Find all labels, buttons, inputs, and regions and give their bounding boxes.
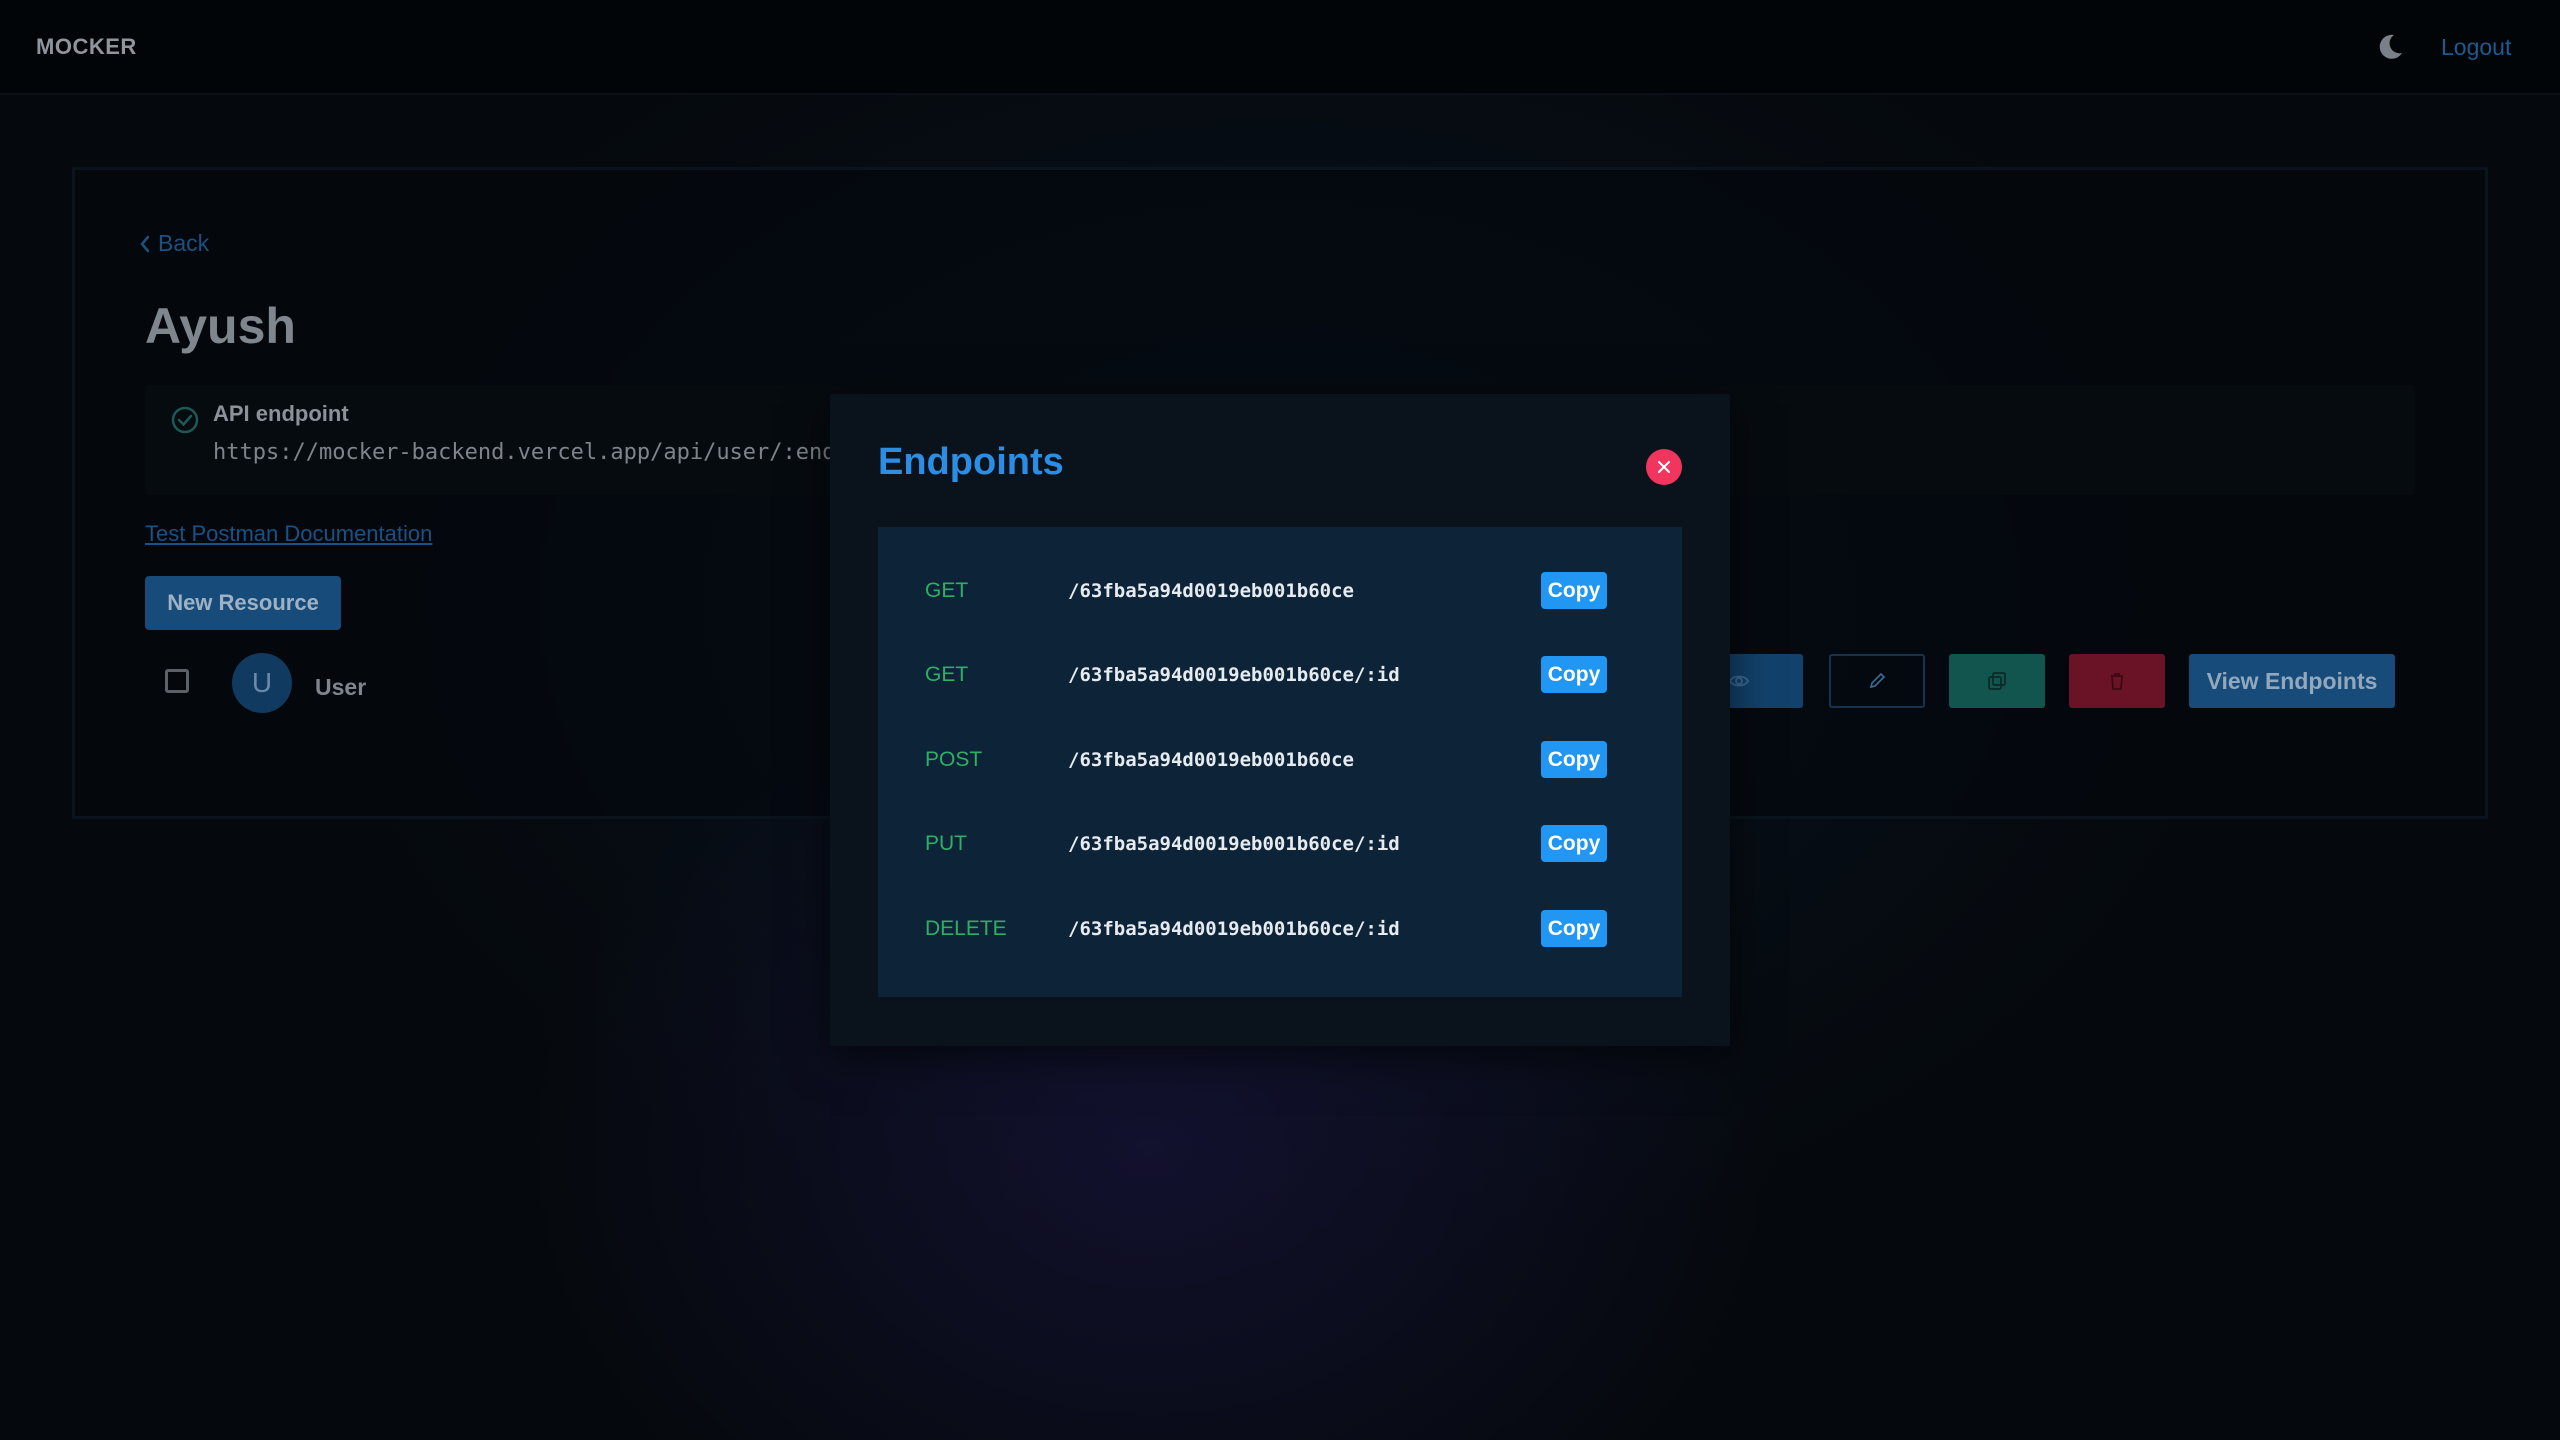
endpoint-method: POST <box>925 748 983 771</box>
endpoint-path: /63fba5a94d0019eb001b60ce/:id <box>1068 833 1400 855</box>
moon-icon[interactable] <box>2375 32 2405 62</box>
endpoint-path: /63fba5a94d0019eb001b60ce <box>1068 580 1354 602</box>
endpoint-path: /63fba5a94d0019eb001b60ce <box>1068 749 1354 771</box>
edit-resource-button[interactable] <box>1829 654 1925 708</box>
endpoint-method: PUT <box>925 832 967 855</box>
copy-endpoint-button[interactable]: Copy <box>1541 825 1607 862</box>
trash-icon <box>2111 673 2123 690</box>
copy-icon <box>1988 672 2006 690</box>
endpoint-row: GET /63fba5a94d0019eb001b60ce Copy <box>878 571 1682 611</box>
endpoint-path: /63fba5a94d0019eb001b60ce/:id <box>1068 664 1400 686</box>
pencil-icon <box>1869 672 1886 689</box>
endpoint-path: /63fba5a94d0019eb001b60ce/:id <box>1068 918 1400 940</box>
close-icon <box>1658 461 1670 473</box>
back-label: Back <box>158 230 210 256</box>
new-resource-button[interactable]: New Resource <box>145 576 341 630</box>
api-endpoint-label: API endpoint <box>213 401 349 426</box>
endpoint-method: GET <box>925 663 969 686</box>
delete-resource-button[interactable] <box>2069 654 2165 708</box>
avatar: U <box>232 653 292 713</box>
eye-icon <box>1728 675 1750 687</box>
postman-docs-link[interactable]: Test Postman Documentation <box>145 521 432 547</box>
endpoints-list: GET /63fba5a94d0019eb001b60ce Copy GET /… <box>878 527 1682 997</box>
resource-name: User <box>315 674 367 700</box>
chevron-left-icon <box>140 235 150 252</box>
endpoint-row: GET /63fba5a94d0019eb001b60ce/:id Copy <box>878 655 1682 695</box>
page-title: Ayush <box>145 298 296 354</box>
close-modal-button[interactable] <box>1646 449 1682 485</box>
endpoint-method: DELETE <box>925 917 1007 940</box>
resource-checkbox[interactable] <box>165 669 189 693</box>
endpoint-row: POST /63fba5a94d0019eb001b60ce Copy <box>878 740 1682 780</box>
endpoints-modal: Endpoints GET /63fba5a94d0019eb001b60ce … <box>830 394 1730 1046</box>
view-endpoints-button[interactable]: View Endpoints <box>2189 654 2395 708</box>
top-navbar: MOCKER Logout <box>0 0 2560 95</box>
copy-endpoint-button[interactable]: Copy <box>1541 910 1607 947</box>
brand-logo[interactable]: MOCKER <box>36 34 137 60</box>
logout-link[interactable]: Logout <box>2441 34 2511 61</box>
api-endpoint-url: https://mocker-backend.vercel.app/api/us… <box>213 440 863 465</box>
copy-endpoint-button[interactable]: Copy <box>1541 656 1607 693</box>
endpoint-method: GET <box>925 579 969 602</box>
endpoint-row: PUT /63fba5a94d0019eb001b60ce/:id Copy <box>878 824 1682 864</box>
endpoint-row: DELETE /63fba5a94d0019eb001b60ce/:id Cop… <box>878 909 1682 949</box>
modal-title: Endpoints <box>878 441 1064 483</box>
copy-endpoint-button[interactable]: Copy <box>1541 572 1607 609</box>
check-circle-icon <box>171 406 199 434</box>
duplicate-resource-button[interactable] <box>1949 654 2045 708</box>
copy-endpoint-button[interactable]: Copy <box>1541 741 1607 778</box>
back-link[interactable]: Back <box>138 230 209 257</box>
